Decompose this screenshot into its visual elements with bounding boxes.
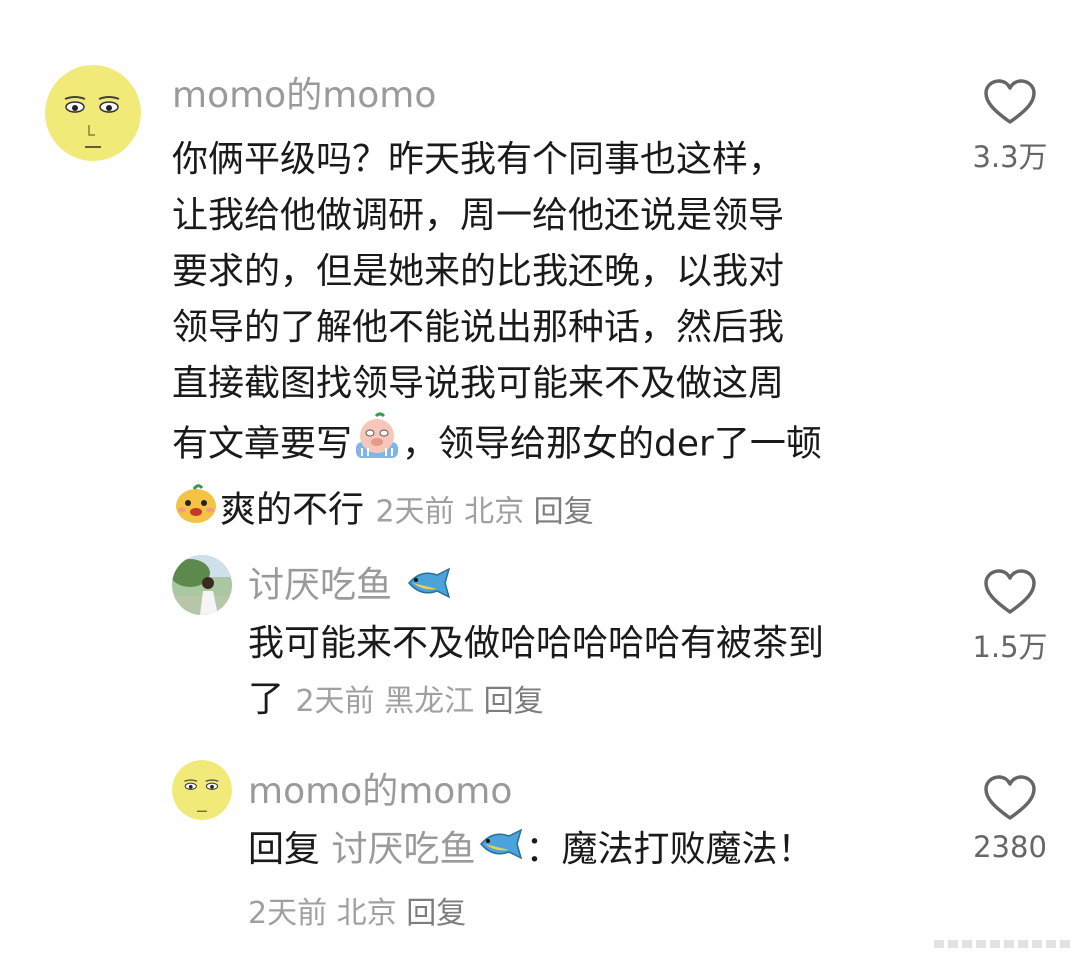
- comment-line: 有文章要写 ，领导给那女的der了一顿: [172, 412, 932, 479]
- reply-button[interactable]: 回复: [534, 495, 594, 530]
- photo-avatar-icon: [172, 555, 232, 615]
- crying-pig-emoji-icon: [352, 412, 402, 479]
- comment-text: 我可能来不及做哈哈哈哈哈有被茶到 了 2天前 黑龙江 回复: [248, 616, 938, 730]
- comment-location: 黑龙江: [384, 684, 475, 719]
- comment-line: 要求的，但是她来的比我还晚，以我对: [172, 251, 785, 292]
- comment-meta: 2天前 北京 回复: [248, 890, 466, 938]
- like-count: 3.3万: [972, 140, 1048, 174]
- reply-button[interactable]: 回复: [484, 684, 544, 719]
- avatar[interactable]: [45, 65, 141, 161]
- comment-meta: 2天前 北京 回复: [375, 495, 593, 530]
- comment-line: 让我给他做调研，周一给他还说是领导: [172, 195, 785, 236]
- comment-meta: 2天前 黑龙江 回复: [295, 684, 543, 719]
- like-button[interactable]: 3.3万: [965, 78, 1055, 176]
- comment-text: 回复 讨厌吃鱼 ：魔法打败魔法！: [248, 822, 948, 879]
- comment-segment: 了: [248, 679, 285, 720]
- comment-line: 直接截图找领导说我可能来不及做这周: [172, 363, 785, 404]
- username-text: 讨厌吃鱼: [248, 565, 393, 606]
- avatar[interactable]: [172, 760, 232, 820]
- comment-line: 你俩平级吗？昨天我有个同事也这样，: [172, 139, 785, 180]
- like-button[interactable]: 2380: [965, 774, 1055, 864]
- comment-time: 2天前: [248, 896, 328, 931]
- fish-icon: [403, 565, 453, 610]
- yellow-face-avatar-icon: [45, 65, 141, 161]
- username[interactable]: 讨厌吃鱼: [248, 556, 453, 610]
- happy-dog-emoji-icon: [172, 479, 220, 544]
- yellow-face-avatar-icon: [172, 760, 232, 820]
- heart-icon: [984, 569, 1036, 614]
- username[interactable]: momo的momo: [172, 66, 436, 118]
- comment-segment: 有文章要写: [172, 423, 353, 465]
- comment-location: 北京: [336, 896, 397, 931]
- comment-time: 2天前: [375, 494, 455, 530]
- comment-line: 爽的不行 2天前 北京 回复: [172, 479, 932, 544]
- comment-line: 领导的了解他不能说出那种话，然后我: [172, 307, 785, 348]
- reply-prefix: 回复: [248, 829, 321, 870]
- reply-text: ：魔法打败魔法！: [525, 829, 814, 870]
- comment-line: 我可能来不及做哈哈哈哈哈有被茶到: [248, 623, 825, 664]
- watermark: [934, 936, 1074, 955]
- fish-icon: [475, 823, 525, 879]
- comment-line: 了 2天前 黑龙江 回复: [248, 672, 938, 730]
- reply-button[interactable]: 回复: [406, 896, 466, 931]
- like-count: 1.5万: [972, 630, 1048, 664]
- reply-to-username[interactable]: 讨厌吃鱼: [331, 829, 475, 870]
- comment-time: 2天前: [295, 684, 375, 719]
- like-button[interactable]: 1.5万: [965, 568, 1055, 666]
- comment-location: 北京: [464, 494, 525, 530]
- heart-icon: [984, 775, 1036, 820]
- username[interactable]: momo的momo: [248, 762, 512, 814]
- comment-segment: ，领导给那女的der了一顿: [402, 423, 822, 465]
- comment-text: 你俩平级吗？昨天我有个同事也这样， 让我给他做调研，周一给他还说是领导 要求的，…: [172, 132, 932, 544]
- heart-icon: [984, 79, 1036, 124]
- comment-segment: 爽的不行: [220, 489, 365, 531]
- like-count: 2380: [973, 830, 1047, 864]
- avatar[interactable]: [172, 555, 232, 615]
